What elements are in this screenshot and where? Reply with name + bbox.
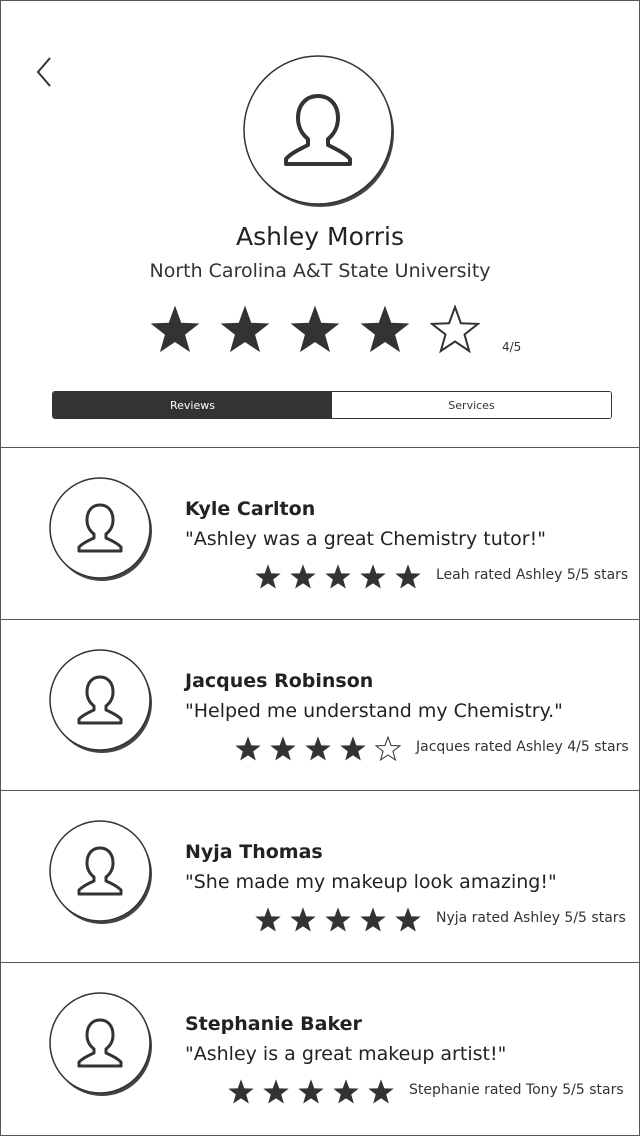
review-item[interactable]: Kyle Carlton "Ashley was a great Chemist… bbox=[0, 448, 640, 619]
star-filled-icon bbox=[220, 305, 270, 353]
review-quote: "Helped me understand my Chemistry." bbox=[185, 700, 563, 722]
review-quote: "Ashley was a great Chemistry tutor!" bbox=[185, 528, 546, 550]
reviewer-name: Stephanie Baker bbox=[185, 1013, 362, 1035]
profile-avatar bbox=[242, 54, 396, 208]
star-outline-icon bbox=[430, 305, 480, 354]
user-icon bbox=[49, 649, 152, 753]
review-rating-text: Nyja rated Ashley 5/5 stars bbox=[436, 910, 626, 926]
user-icon bbox=[49, 820, 152, 924]
user-icon bbox=[49, 477, 152, 581]
reviewer-avatar bbox=[48, 649, 154, 753]
tab-reviews[interactable]: Reviews bbox=[53, 392, 332, 418]
review-star-rating bbox=[255, 907, 421, 933]
tab-services[interactable]: Services bbox=[332, 392, 611, 418]
star-filled-icon bbox=[333, 1079, 359, 1104]
star-filled-icon bbox=[270, 736, 296, 761]
review-rating-text: Jacques rated Ashley 4/5 stars bbox=[416, 739, 629, 755]
back-button[interactable] bbox=[30, 54, 60, 94]
star-filled-icon bbox=[340, 736, 366, 761]
review-star-rating bbox=[228, 1079, 394, 1105]
review-rating-text: Stephanie rated Tony 5/5 stars bbox=[409, 1082, 624, 1098]
reviewer-avatar bbox=[48, 820, 154, 924]
review-quote: "Ashley is a great makeup artist!" bbox=[185, 1043, 507, 1065]
review-star-rating bbox=[235, 736, 401, 762]
star-filled-icon bbox=[305, 736, 331, 761]
star-filled-icon bbox=[290, 305, 340, 353]
reviewer-name: Jacques Robinson bbox=[185, 670, 374, 692]
reviewer-avatar bbox=[48, 992, 154, 1096]
review-rating-text: Leah rated Ashley 5/5 stars bbox=[436, 567, 629, 583]
profile-rating-text: 4/5 bbox=[502, 340, 522, 354]
star-filled-icon bbox=[360, 907, 386, 932]
star-filled-icon bbox=[255, 564, 281, 589]
review-quote: "She made my makeup look amazing!" bbox=[185, 871, 557, 893]
star-filled-icon bbox=[360, 564, 386, 589]
chevron-left-icon bbox=[36, 57, 51, 87]
reviewer-name: Nyja Thomas bbox=[185, 841, 323, 863]
star-filled-icon bbox=[150, 305, 200, 353]
star-filled-icon bbox=[228, 1079, 254, 1104]
user-icon bbox=[243, 55, 394, 207]
review-item[interactable]: Nyja Thomas "She made my makeup look ama… bbox=[0, 791, 640, 962]
profile-header: Ashley Morris North Carolina A&T State U… bbox=[0, 0, 640, 448]
star-filled-icon bbox=[325, 907, 351, 932]
star-filled-icon bbox=[235, 736, 261, 761]
star-filled-icon bbox=[325, 564, 351, 589]
star-filled-icon bbox=[290, 564, 316, 589]
tab-switcher: Reviews Services bbox=[52, 391, 612, 419]
star-filled-icon bbox=[263, 1079, 289, 1104]
star-filled-icon bbox=[395, 907, 421, 932]
profile-school: North Carolina A&T State University bbox=[149, 260, 491, 282]
star-filled-icon bbox=[395, 564, 421, 589]
user-icon bbox=[49, 992, 152, 1096]
review-star-rating bbox=[255, 564, 421, 590]
review-item[interactable]: Stephanie Baker "Ashley is a great makeu… bbox=[0, 963, 640, 1134]
review-item[interactable]: Jacques Robinson "Helped me understand m… bbox=[0, 620, 640, 791]
star-filled-icon bbox=[255, 907, 281, 932]
reviewer-avatar bbox=[48, 477, 154, 581]
star-filled-icon bbox=[298, 1079, 324, 1104]
profile-star-rating bbox=[150, 305, 480, 365]
star-filled-icon bbox=[360, 305, 410, 353]
reviewer-name: Kyle Carlton bbox=[185, 498, 316, 520]
star-outline-icon bbox=[375, 736, 401, 762]
profile-name: Ashley Morris bbox=[236, 222, 404, 251]
star-filled-icon bbox=[368, 1079, 394, 1104]
star-filled-icon bbox=[290, 907, 316, 932]
